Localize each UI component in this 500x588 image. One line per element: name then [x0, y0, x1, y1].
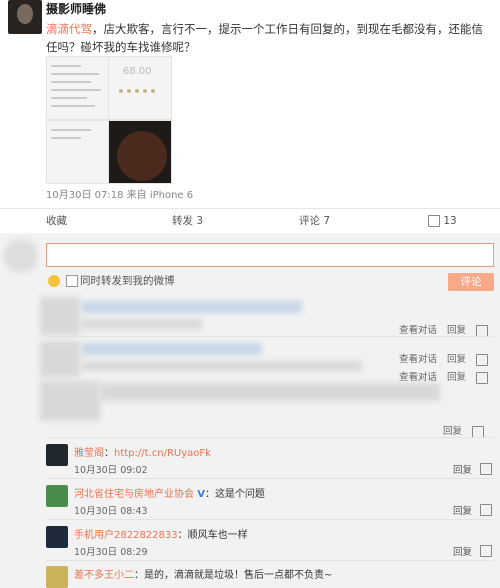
post-body: 滴滴代驾，店大欺客，言行不一，提示一个工作日有回复的，到现在毛都没有，还能信任吗… [46, 20, 494, 56]
comment-text: 手机用户2822822833：顺风车也一样 [74, 526, 248, 541]
post-source: 来自 iPhone 6 [126, 190, 194, 201]
thumbs-up-icon[interactable] [472, 425, 485, 438]
thumbs-up-icon [480, 504, 492, 516]
post-image-3[interactable] [46, 120, 110, 184]
thumbs-up-icon [480, 463, 492, 475]
reply-link[interactable]: 回复 [453, 462, 472, 476]
comment-time: 10月30日 08:29 [74, 547, 148, 558]
divider [46, 336, 494, 337]
comment-link[interactable]: http://t.cn/RUyaoFk [114, 448, 211, 459]
thumbs-up-icon[interactable] [476, 371, 489, 384]
divider [46, 519, 494, 520]
comment-item: 雅莹阁：http://t.cn/RUyaoFk 10月30日 09:02 回复 [0, 444, 500, 478]
reply-link[interactable]: 回复 [447, 354, 466, 365]
divider [46, 478, 494, 479]
like-button[interactable] [480, 544, 492, 557]
thumbnail-percent: 68.00 [123, 66, 152, 77]
like-count: 13 [443, 215, 457, 227]
thumbs-up-icon[interactable] [476, 353, 489, 366]
like-button[interactable] [480, 503, 492, 516]
comment-item: 差不多王小二：是的，滴滴就是垃圾！售后一点都不负责~ [0, 566, 500, 588]
thumbs-up-icon[interactable] [476, 324, 489, 337]
thumbs-up-icon [480, 545, 492, 557]
commenter-name[interactable]: 雅莹阁 [74, 448, 104, 459]
comment-separator: ： [134, 570, 144, 581]
comment-input[interactable] [46, 243, 494, 267]
submit-comment-button[interactable]: 评论 [448, 273, 494, 291]
commenter-avatar[interactable] [46, 485, 68, 507]
reply-link[interactable]: 回复 [447, 325, 466, 336]
post-time[interactable]: 10月30日 07:18 [46, 190, 123, 201]
repost-button[interactable]: 转发 3 [172, 209, 203, 233]
comment-item: 河北省住宅与房地产业协会 V：这是个问题 10月30日 08:43 回复 [0, 485, 500, 519]
favorite-button[interactable]: 收藏 [46, 209, 67, 233]
reply-link[interactable]: 回复 [453, 544, 472, 558]
reply-link[interactable]: 回复 [443, 426, 462, 437]
blurred-avatar [40, 381, 100, 421]
view-thread-link[interactable]: 查看对话 [399, 354, 437, 365]
commenter-avatar[interactable] [46, 526, 68, 548]
repost-checkbox-label: 同时转发到我的微博 [80, 275, 175, 287]
comment-actions: 查看对话 回复 [399, 322, 489, 337]
divider [46, 437, 494, 438]
verified-icon: V [197, 489, 205, 500]
view-thread-link[interactable]: 查看对话 [399, 372, 437, 383]
comment-text: 差不多王小二：是的，滴滴就是垃圾！售后一点都不负责~ [74, 566, 332, 581]
comment-text: 河北省住宅与房地产业协会 V：这是个问题 [74, 485, 265, 500]
commenter-name[interactable]: 河北省住宅与房地产业协会 [74, 489, 194, 500]
comment-separator: ： [204, 489, 215, 500]
blurred-text [82, 319, 202, 329]
blurred-avatar [40, 297, 80, 335]
comment-body: 是的，滴滴就是垃圾！售后一点都不负责~ [144, 570, 333, 581]
comment-body: 顺风车也一样 [187, 530, 248, 541]
post-text: ，店大欺客，言行不一，提示一个工作日有回复的，到现在毛都没有，还能信任吗？碰坏我… [46, 22, 483, 54]
post-actions-bar: 收藏 转发 3 评论 7 13 [0, 208, 500, 234]
blurred-avatar [40, 341, 80, 377]
author-avatar[interactable] [8, 0, 42, 34]
comment-actions: 查看对话 回复 [399, 351, 489, 366]
comment-item: 手机用户2822822833：顺风车也一样 10月30日 08:29 回复 [0, 526, 500, 560]
commenter-name[interactable]: 差不多王小二 [74, 570, 134, 581]
like-button[interactable]: 13 [428, 209, 457, 233]
comment-separator: ： [104, 448, 114, 459]
post-mention[interactable]: 滴滴代驾 [46, 22, 92, 36]
reply-link[interactable]: 回复 [447, 372, 466, 383]
comment-text: 雅莹阁：http://t.cn/RUyaoFk [74, 444, 211, 459]
comment-actions: 查看对话 回复 [399, 369, 489, 384]
emoji-icon[interactable] [48, 275, 60, 287]
comment-separator: ： [177, 530, 188, 541]
comment-section: 同时转发到我的微博 评论 查看对话 回复 查看对话 回复 查看对话 回复 回复 雅莹阁… [0, 233, 500, 588]
comment-time: 10月30日 09:02 [74, 465, 148, 476]
commenter-avatar[interactable] [46, 444, 68, 466]
blurred-text [82, 343, 262, 355]
blurred-text [82, 301, 302, 313]
blurred-text [100, 383, 440, 401]
post-image-1[interactable] [46, 56, 110, 120]
comment-actions: 回复 [443, 423, 485, 438]
post-meta: 10月30日 07:18 来自 iPhone 6 [46, 186, 193, 201]
divider [46, 560, 494, 561]
commenter-name[interactable]: 手机用户2822822833 [74, 530, 178, 541]
weibo-post: 摄影师睡佛 滴滴代驾，店大欺客，言行不一，提示一个工作日有回复的，到现在毛都没有… [0, 0, 500, 208]
thumbs-up-icon [428, 215, 440, 227]
repost-checkbox[interactable] [66, 275, 78, 287]
comment-button[interactable]: 评论 7 [299, 209, 330, 233]
post-author[interactable]: 摄影师睡佛 [46, 0, 106, 17]
reply-link[interactable]: 回复 [453, 503, 472, 517]
comment-time: 10月30日 08:43 [74, 506, 148, 517]
current-user-avatar [4, 239, 38, 273]
post-image-2[interactable]: 68.00 [108, 56, 172, 120]
post-image-4[interactable] [108, 120, 172, 184]
like-button[interactable] [480, 462, 492, 475]
view-thread-link[interactable]: 查看对话 [399, 325, 437, 336]
comment-body: 这是个问题 [214, 489, 265, 500]
blurred-text [82, 361, 362, 371]
